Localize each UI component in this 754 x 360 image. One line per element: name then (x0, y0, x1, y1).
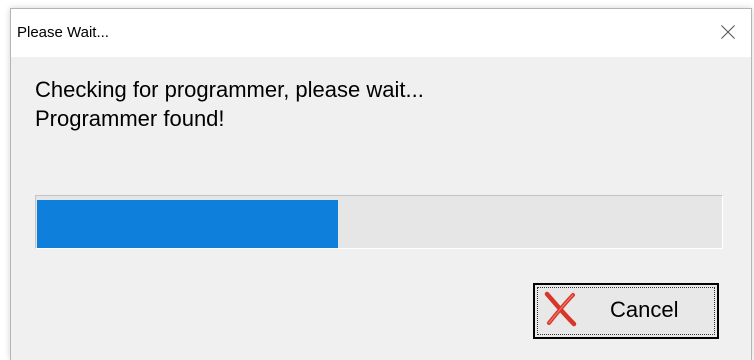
close-icon (721, 25, 735, 39)
window-title: Please Wait... (17, 24, 109, 41)
status-message: Checking for programmer, please wait... … (35, 75, 424, 133)
cancel-button-label: Cancel (610, 297, 679, 322)
close-button[interactable] (705, 9, 751, 57)
status-line-found: Programmer found! (35, 106, 225, 131)
status-line-checking: Checking for programmer, please wait... (35, 77, 424, 102)
cancel-button[interactable]: Cancel (533, 283, 719, 339)
progress-bar (35, 195, 723, 249)
please-wait-dialog: Please Wait... Checking for programmer, … (10, 8, 752, 360)
title-bar[interactable]: Please Wait... (11, 9, 751, 57)
progress-bar-fill (37, 200, 338, 248)
red-x-icon (544, 291, 577, 327)
